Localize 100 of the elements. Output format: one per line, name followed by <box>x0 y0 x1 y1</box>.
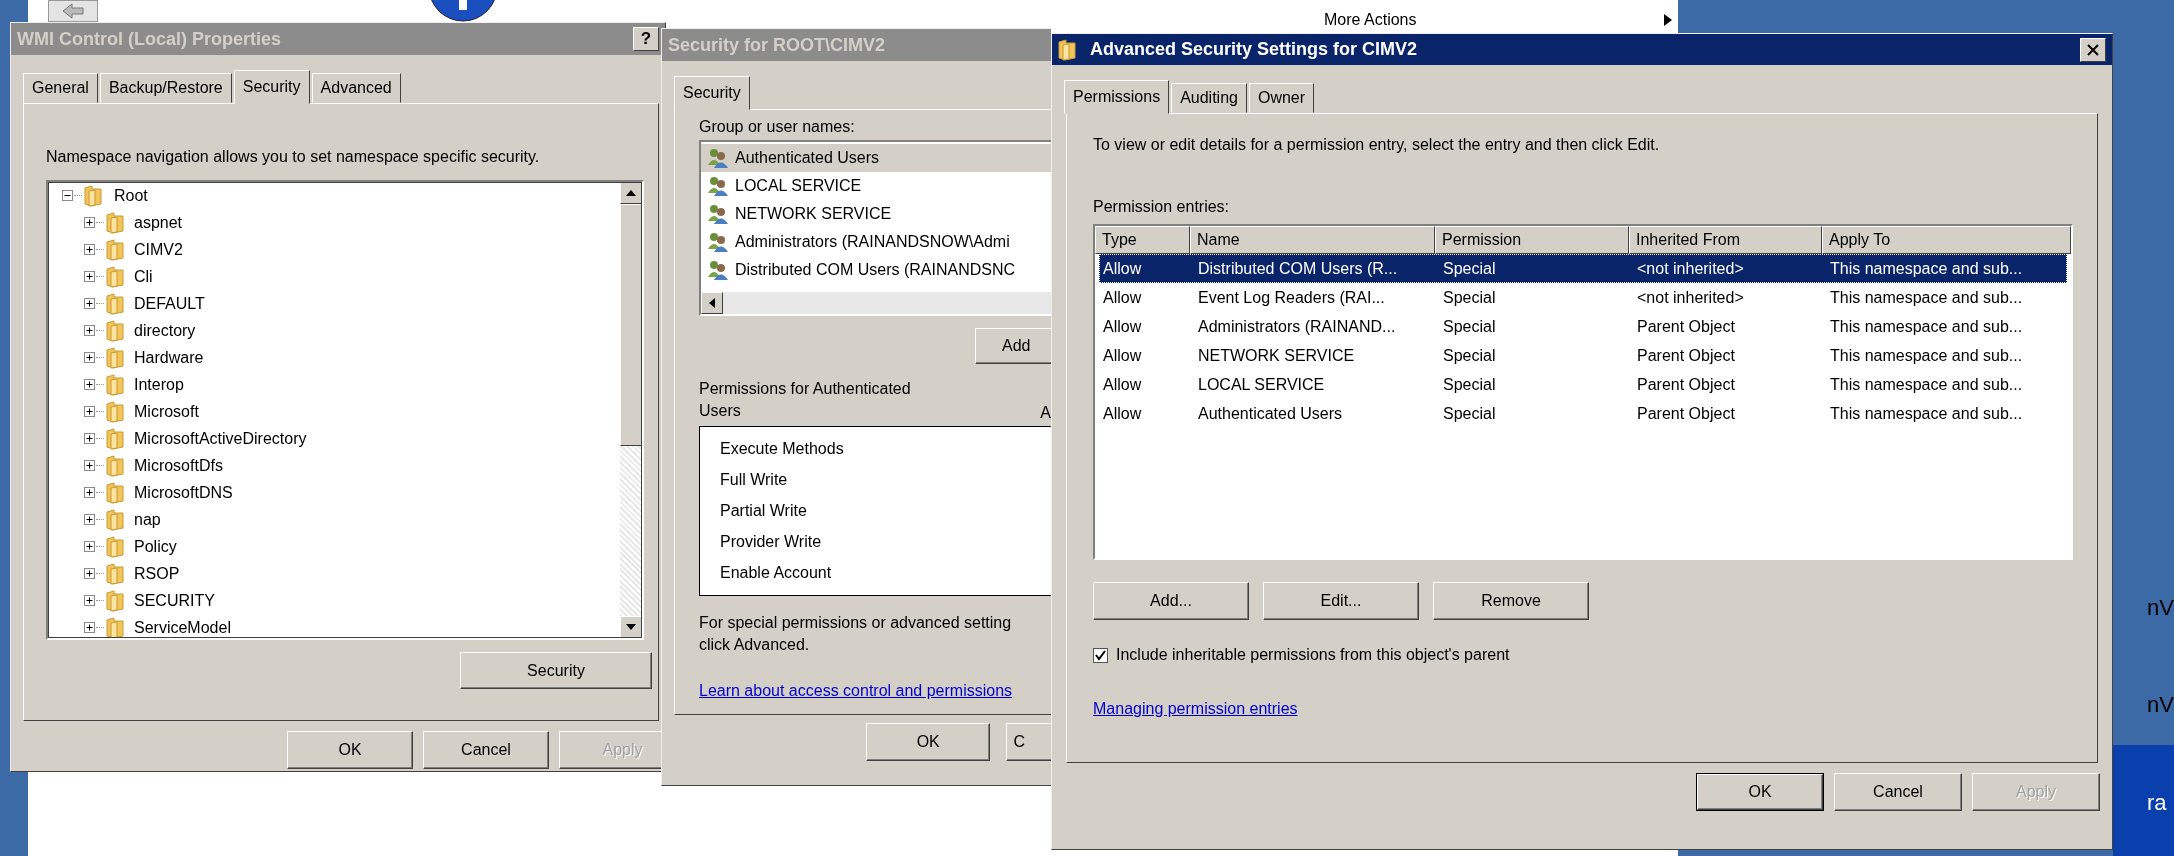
table-row[interactable]: Allow Event Log Readers (RAI... Special <not inherited> This namespace and sub... <box>1099 283 2067 312</box>
scrollbar[interactable] <box>701 292 1051 314</box>
window-title: Security for ROOT\CIMV2 <box>668 34 887 56</box>
column-header[interactable]: Apply To <box>1822 226 2071 254</box>
tab[interactable]: Owner <box>1248 83 1315 113</box>
plus-box-icon[interactable] <box>84 217 95 228</box>
description-text: To view or edit details for a permission entry, select the entry and then click Edit. <box>1093 136 1661 154</box>
plus-box-icon[interactable] <box>84 541 95 552</box>
close-button[interactable] <box>2080 37 2106 62</box>
users-icon <box>707 148 729 168</box>
table-cell-text: Allow <box>1102 346 1143 366</box>
back-arrow-icon <box>62 3 84 19</box>
plus-box-icon[interactable] <box>84 298 95 309</box>
folder-icon <box>106 292 124 315</box>
side-text: ra <box>2147 790 2167 816</box>
table-row[interactable]: Allow Administrators (RAINAND... Special Parent Object This namespace and sub... <box>1099 312 2067 341</box>
table-cell-text: This namespace and sub... <box>1829 288 2024 308</box>
table-row[interactable]: Allow NETWORK SERVICE Special Parent Object This namespace and sub... <box>1099 341 2067 370</box>
folder-icon <box>106 400 124 423</box>
help-link[interactable]: Learn about access control and permissions <box>699 682 1013 700</box>
tree-item[interactable]: Interop <box>132 375 186 394</box>
table-cell-text: Authenticated Users <box>1197 404 1344 424</box>
minus-box-icon[interactable] <box>62 190 73 201</box>
plus-box-icon[interactable] <box>84 487 95 498</box>
tree-item[interactable]: Root <box>112 186 150 205</box>
plus-box-icon[interactable] <box>84 244 95 255</box>
checkbox[interactable] <box>1093 647 1108 663</box>
plus-box-icon[interactable] <box>84 433 95 444</box>
tab[interactable]: Permissions <box>1064 80 1170 114</box>
scroll-down-icon <box>626 624 636 630</box>
menu-item[interactable]: More Actions <box>1278 8 1673 32</box>
table-cell-text: Parent Object <box>1636 317 1736 337</box>
folder-icon <box>106 616 124 638</box>
plus-box-icon[interactable] <box>84 352 95 363</box>
folder-icon <box>1058 38 1076 61</box>
tree-item[interactable]: CIMV2 <box>132 240 185 259</box>
description-text: Namespace navigation allows you to set namespace specific security. <box>46 148 541 166</box>
list-item[interactable]: LOCAL SERVICE <box>701 172 1051 200</box>
help-link[interactable]: Managing permission entries <box>1093 700 1298 718</box>
table-row[interactable]: Allow Authenticated Users Special Parent Object This namespace and sub... <box>1099 399 2067 428</box>
plus-box-icon[interactable] <box>84 379 95 390</box>
tree-item[interactable]: Cli <box>132 267 155 286</box>
tree-item[interactable]: nap <box>132 510 163 529</box>
table-row[interactable]: Allow LOCAL SERVICE Special Parent Object This namespace and sub... <box>1099 370 2067 399</box>
tree-item[interactable]: directory <box>132 321 198 340</box>
tree-item[interactable]: DEFAULT <box>132 294 207 313</box>
tree-item[interactable]: Microsoft <box>132 402 201 421</box>
plus-box-icon[interactable] <box>84 460 95 471</box>
table-cell-text: Administrators (RAINAND... <box>1197 317 1397 337</box>
users-icon <box>707 176 729 196</box>
tab[interactable]: Security <box>233 70 310 104</box>
tree-item[interactable]: aspnet <box>132 213 185 232</box>
tree-item[interactable]: Policy <box>132 537 179 556</box>
folder-icon <box>106 373 124 396</box>
plus-box-icon[interactable] <box>84 514 95 525</box>
column-header[interactable]: Permission <box>1435 226 1629 254</box>
permission-item: Enable Account <box>720 563 833 583</box>
tree-item[interactable]: MicrosoftActiveDirectory <box>132 429 309 448</box>
folder-icon <box>106 427 124 450</box>
tab[interactable]: Backup/Restore <box>99 73 232 103</box>
table-cell-text: Parent Object <box>1636 375 1736 395</box>
tab[interactable]: Advanced <box>311 73 401 103</box>
security-button[interactable]: Security <box>460 652 652 689</box>
scrollbar[interactable] <box>620 182 642 638</box>
table-cell-text: This namespace and sub... <box>1829 375 2024 395</box>
list-item[interactable]: Administrators (RAINANDSNOW\Admi <box>701 228 1051 256</box>
list-item[interactable]: NETWORK SERVICE <box>701 200 1051 228</box>
tree-item[interactable]: Hardware <box>132 348 206 367</box>
tree-item[interactable]: SECURITY <box>132 591 217 610</box>
list-item[interactable]: Distributed COM Users (RAINANDSNC <box>701 256 1051 284</box>
table-cell-text: Allow <box>1102 317 1143 337</box>
scroll-up-icon <box>626 190 636 196</box>
help-button[interactable]: ? <box>633 27 659 51</box>
table-cell-text: This namespace and sub... <box>1829 317 2024 337</box>
table-row[interactable]: Allow Distributed COM Users (R... Special <not inherited> This namespace and sub... <box>1099 254 2067 283</box>
column-header[interactable]: Type <box>1095 226 1190 254</box>
tab[interactable]: Security <box>674 76 750 110</box>
column-header[interactable]: Inherited From <box>1629 226 1822 254</box>
add-button[interactable]: Add <box>975 328 1051 364</box>
table-cell-text: This namespace and sub... <box>1829 259 2024 279</box>
table-cell-text: <not inherited> <box>1636 259 1745 279</box>
tab[interactable]: Auditing <box>1171 83 1247 113</box>
folder-icon <box>106 481 124 504</box>
plus-box-icon[interactable] <box>84 406 95 417</box>
users-icon <box>707 232 729 252</box>
plus-box-icon[interactable] <box>84 568 95 579</box>
tree-item[interactable]: MicrosoftDfs <box>132 456 225 475</box>
list-item[interactable]: Authenticated Users <box>701 144 1051 172</box>
column-header[interactable]: Name <box>1190 226 1435 254</box>
table-cell-text: Allow <box>1102 404 1143 424</box>
plus-box-icon[interactable] <box>84 595 95 606</box>
plus-box-icon[interactable] <box>84 622 95 633</box>
side-text: nV <box>2147 595 2174 621</box>
plus-box-icon[interactable] <box>84 325 95 336</box>
tab[interactable]: General <box>23 73 98 103</box>
scroll-left-icon <box>709 298 715 308</box>
tree-item[interactable]: MicrosoftDNS <box>132 483 235 502</box>
plus-box-icon[interactable] <box>84 271 95 282</box>
tree-item[interactable]: ServiceModel <box>132 618 233 637</box>
tree-item[interactable]: RSOP <box>132 564 182 583</box>
